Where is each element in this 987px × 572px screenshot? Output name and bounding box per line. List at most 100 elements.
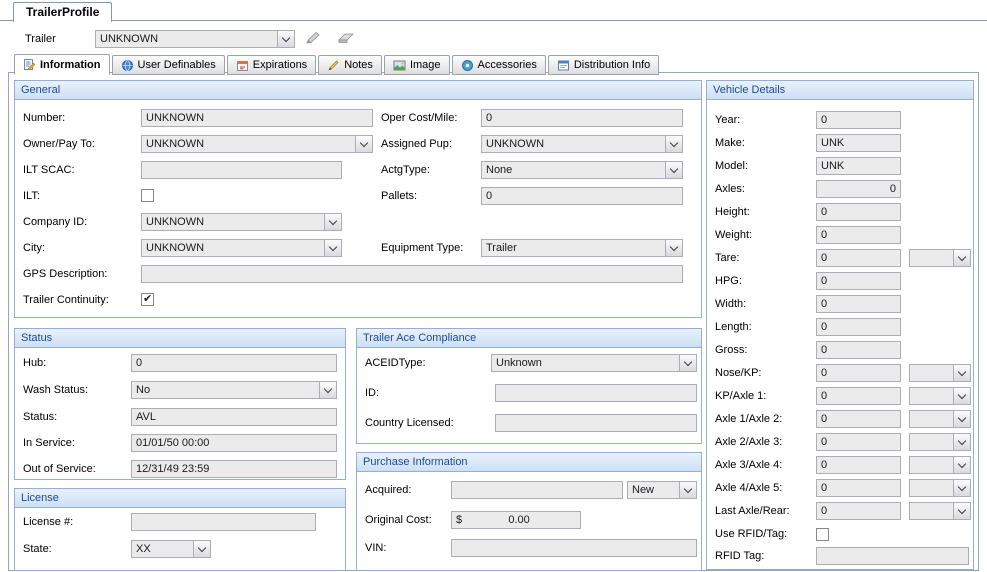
document-tab-trailerprofile[interactable]: TrailerProfile	[13, 2, 112, 22]
edit-button[interactable]	[301, 30, 327, 48]
owner-pay-to-dropdown-button[interactable]	[355, 136, 372, 152]
wash-status-dropdown-button[interactable]	[319, 382, 336, 398]
state-select[interactable]: XX	[131, 540, 211, 558]
general-group: General Number: UNKNOWN Oper Cost/Mile: …	[14, 80, 702, 318]
make-field[interactable]: UNK	[816, 134, 901, 152]
axle3-axle4-unit-dropdown-button[interactable]	[953, 457, 970, 473]
gps-description-label: GPS Description:	[23, 265, 107, 283]
acquired-field[interactable]	[451, 481, 623, 499]
gps-description-field[interactable]	[141, 265, 683, 283]
aceid-type-dropdown-button[interactable]	[679, 355, 696, 371]
tare-unit-dropdown-button[interactable]	[953, 250, 970, 266]
number-field[interactable]: UNKNOWN	[141, 109, 373, 127]
weight-field[interactable]: 0	[816, 226, 901, 244]
purchase-info-group-header: Purchase Information	[357, 453, 701, 472]
license-number-field[interactable]	[131, 513, 316, 531]
vin-field[interactable]	[451, 539, 697, 557]
status-label: Status:	[23, 408, 57, 426]
tab-accessories[interactable]: Accessories	[452, 55, 546, 75]
pallets-field[interactable]: 0	[481, 187, 683, 205]
axle4-axle5-field[interactable]: 0	[816, 479, 901, 497]
hub-field[interactable]: 0	[131, 354, 337, 372]
hub-label: Hub:	[23, 354, 46, 372]
out-of-service-field[interactable]: 12/31/49 23:59	[131, 460, 337, 478]
axle3-axle4-field[interactable]: 0	[816, 456, 901, 474]
trailer-label: Trailer	[25, 30, 56, 48]
kp-axle1-unit-dropdown-button[interactable]	[953, 388, 970, 404]
tare-field[interactable]: 0	[816, 249, 901, 267]
state-dropdown-button[interactable]	[193, 541, 210, 557]
height-field[interactable]: 0	[816, 203, 901, 221]
trailer-profile-window: TrailerProfile Trailer UNKNOWN Informati…	[0, 0, 987, 572]
acquired-mode-dropdown-button[interactable]	[679, 482, 696, 498]
aceid-type-select[interactable]: Unknown	[491, 354, 697, 372]
kp-axle1-unit-select[interactable]	[909, 387, 971, 405]
owner-pay-to-select[interactable]: UNKNOWN	[141, 135, 373, 153]
hpg-field[interactable]: 0	[816, 272, 901, 290]
original-cost-label: Original Cost:	[365, 511, 432, 529]
last-axle-rear-unit-dropdown-button[interactable]	[953, 503, 970, 519]
company-id-dropdown-button[interactable]	[324, 214, 341, 230]
tab-expirations[interactable]: Expirations	[227, 55, 316, 75]
assigned-pup-select[interactable]: UNKNOWN	[481, 135, 683, 153]
nose-kp-field[interactable]: 0	[816, 364, 901, 382]
length-field[interactable]: 0	[816, 318, 901, 336]
tab-information[interactable]: Information	[14, 54, 110, 75]
city-select[interactable]: UNKNOWN	[141, 239, 342, 257]
company-id-select[interactable]: UNKNOWN	[141, 213, 342, 231]
state-label: State:	[23, 540, 52, 558]
actg-type-select[interactable]: None	[481, 161, 683, 179]
ace-compliance-group-header: Trailer Ace Compliance	[357, 329, 701, 348]
model-field[interactable]: UNK	[816, 157, 901, 175]
axle1-axle2-field[interactable]: 0	[816, 410, 901, 428]
nose-kp-unit-select[interactable]	[909, 364, 971, 382]
ilt-label: ILT:	[23, 187, 40, 205]
actg-type-dropdown-button[interactable]	[665, 162, 682, 178]
distribution-info-icon	[557, 59, 570, 72]
width-field[interactable]: 0	[816, 295, 901, 313]
last-axle-rear-unit-select[interactable]	[909, 502, 971, 520]
use-rfid-checkbox[interactable]	[816, 528, 829, 541]
axle4-axle5-unit-select[interactable]	[909, 479, 971, 497]
ilt-scac-field[interactable]	[141, 161, 342, 179]
nose-kp-unit-dropdown-button[interactable]	[953, 365, 970, 381]
assigned-pup-dropdown-button[interactable]	[665, 136, 682, 152]
axle2-axle3-unit-dropdown-button[interactable]	[953, 434, 970, 450]
country-licensed-field[interactable]	[495, 414, 697, 432]
in-service-field[interactable]: 01/01/50 00:00	[131, 434, 337, 452]
last-axle-rear-field[interactable]: 0	[816, 502, 901, 520]
year-field[interactable]: 0	[816, 111, 901, 129]
gross-field[interactable]: 0	[816, 341, 901, 359]
axle2-axle3-field[interactable]: 0	[816, 433, 901, 451]
tab-image[interactable]: Image	[384, 55, 450, 75]
erase-button[interactable]	[333, 30, 359, 48]
ace-id-field[interactable]	[495, 384, 697, 402]
axle1-axle2-unit-select[interactable]	[909, 410, 971, 428]
acquired-mode-select[interactable]: New	[627, 481, 697, 499]
original-cost-field[interactable]: $ 0.00	[451, 511, 581, 529]
axle4-axle5-unit-dropdown-button[interactable]	[953, 480, 970, 496]
ilt-checkbox[interactable]	[141, 189, 154, 202]
status-field[interactable]: AVL	[131, 408, 337, 426]
oper-cost-field[interactable]: 0	[481, 109, 683, 127]
pencil-note-icon	[327, 59, 340, 72]
wash-status-select[interactable]: No	[131, 381, 337, 399]
city-dropdown-button[interactable]	[324, 240, 341, 256]
axle2-axle3-unit-select[interactable]	[909, 433, 971, 451]
axle3-axle4-unit-select[interactable]	[909, 456, 971, 474]
axles-field[interactable]: 0	[816, 180, 901, 198]
tab-notes[interactable]: Notes	[318, 55, 382, 75]
tab-distribution-info[interactable]: Distribution Info	[548, 55, 659, 75]
trailer-select[interactable]: UNKNOWN	[95, 30, 295, 48]
tare-label: Tare:	[715, 249, 739, 267]
axle1-axle2-unit-dropdown-button[interactable]	[953, 411, 970, 427]
kp-axle1-field[interactable]: 0	[816, 387, 901, 405]
axles-label: Axles:	[715, 180, 745, 198]
rfid-tag-field[interactable]	[816, 547, 969, 565]
equipment-type-dropdown-button[interactable]	[665, 240, 682, 256]
tab-user-definables[interactable]: User Definables	[112, 55, 225, 75]
trailer-select-dropdown-button[interactable]	[277, 31, 294, 47]
tare-unit-select[interactable]	[909, 249, 971, 267]
equipment-type-select[interactable]: Trailer	[481, 239, 683, 257]
trailer-continuity-checkbox[interactable]	[141, 293, 154, 306]
